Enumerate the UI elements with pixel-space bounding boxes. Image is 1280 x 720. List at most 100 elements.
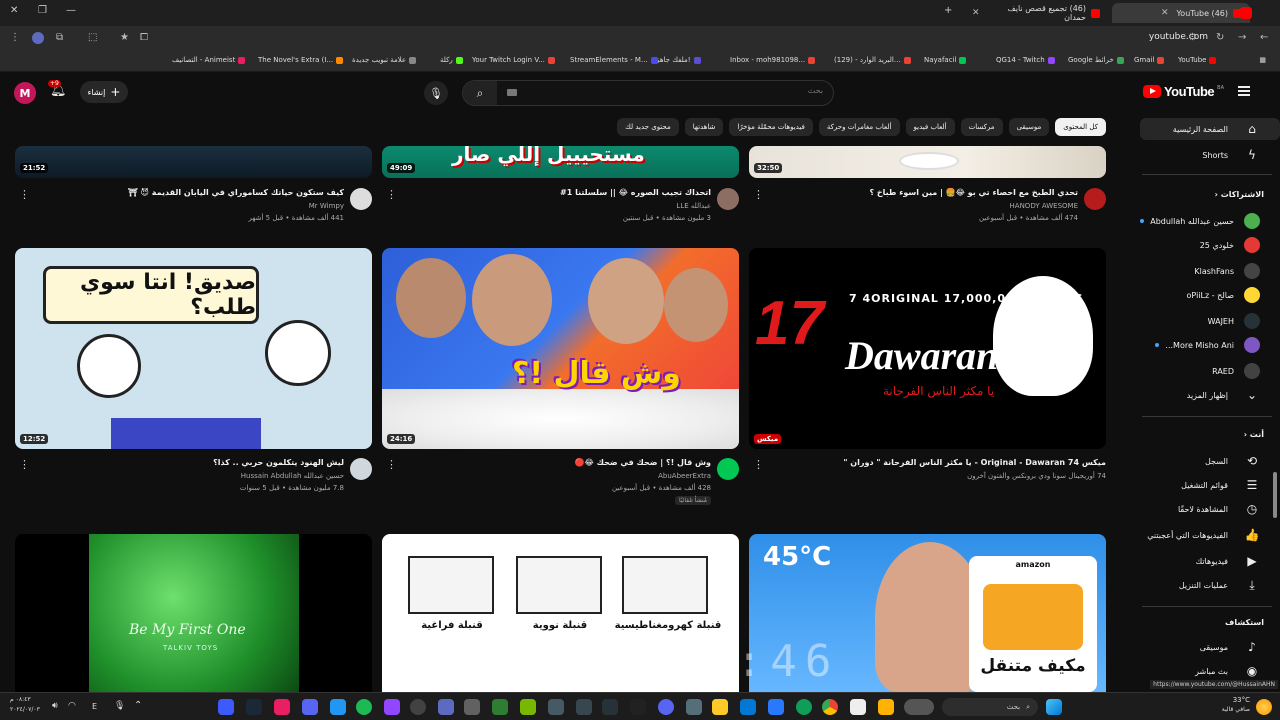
weather-sun-icon[interactable] [1256,699,1272,715]
chip-mixes[interactable]: مركسات [960,118,1003,136]
bookmark-inbox[interactable]: Inbox - moh981098... [730,56,816,64]
you-heading[interactable]: أنت ‹ [1244,430,1264,439]
youtube-logo[interactable]: YouTube BA [1142,84,1224,99]
sidebar-item-history[interactable]: ⟲ السجل [1140,450,1280,472]
bookmark-nayafacil[interactable]: Nayafacil [924,56,967,64]
sidebar-item-live[interactable]: ◉ بث مباشر [1140,660,1280,682]
more-options-icon[interactable]: ⋮ [386,458,397,471]
bookmark-youtube[interactable]: YouTube [1178,56,1217,64]
wifi-icon[interactable]: ◠ [68,701,76,711]
channel-name[interactable]: AbuAbeerExtra [658,472,711,480]
video-title[interactable]: تحدي الطبخ مع احصاء تي بو 😂🍔 | مين اسوء … [869,188,1078,197]
video-title[interactable]: ميكس Original - Dawaran 74 - يا مكثر الن… [843,458,1106,467]
app-icon[interactable] [712,699,728,715]
teams-icon[interactable] [438,699,454,715]
more-options-icon[interactable]: ⋮ [753,188,764,201]
video-thumbnail[interactable]: Be My First One TALKIV TOYS [15,534,372,692]
chip-recently-uploaded[interactable]: فيديوهات محمّلة مؤخرًا [729,118,813,136]
channel-name[interactable]: حسين عبدالله Hussain Abdullah [241,472,344,480]
app-icon[interactable] [218,699,234,715]
app-icon[interactable] [548,699,564,715]
more-options-icon[interactable]: ⋮ [753,458,764,471]
spotify-icon[interactable] [356,699,372,715]
weather-temp[interactable]: 33°C [1233,696,1250,704]
video-thumbnail[interactable]: صديق! انتا سوي طلب؟ 12:52 [15,248,372,449]
chip-music[interactable]: موسيقى [1008,118,1050,136]
tab-youtube[interactable]: (46) YouTube ✕ [1112,3,1250,23]
sidebar-item-playlists[interactable]: ☰ قوائم التشغيل [1140,474,1280,496]
forward-icon[interactable]: → [1238,32,1246,43]
bookmark-twitch[interactable]: QG14 - Twitch [996,56,1055,64]
channel-avatar[interactable] [717,188,739,210]
bookmark-inbox-ar[interactable]: البريد الوارد - (129)... [834,56,911,64]
channel-avatar[interactable] [1084,188,1106,210]
bookmark-file-ready[interactable]: ملفك جاهز! [656,56,701,64]
sidebar-show-more[interactable]: ⌄ إظهار المزيد [1140,384,1280,406]
app-icon[interactable] [464,699,480,715]
account-avatar[interactable]: M [14,82,36,104]
language-indicator[interactable]: E [92,702,97,711]
video-thumbnail[interactable]: 32:50 [749,146,1106,178]
app-icon[interactable] [768,699,784,715]
extensions-icon[interactable]: ⧉ [56,32,63,43]
steam-icon[interactable] [246,699,262,715]
close-tab-icon[interactable]: ✕ [972,8,980,18]
taskbar-time[interactable]: ٠٨:٤٣ م [10,696,31,703]
chrome-icon[interactable] [822,699,838,715]
menu-dots-icon[interactable]: ⋮ [10,32,20,43]
channel-name[interactable]: عبدالله LLE [676,202,711,210]
app-icon[interactable] [492,699,508,715]
screenshot-icon[interactable]: ⬚ [88,32,97,43]
bookmark-twitch-login[interactable]: Your Twitch Login V... [472,56,555,64]
close-tab-icon[interactable]: ✕ [1161,8,1169,18]
search-button[interactable]: ⌕ [463,81,497,105]
app-icon[interactable] [904,699,934,715]
video-title[interactable]: وش قال !؟ | ضحك في ضحك 😂🔴 [575,458,711,467]
url-text[interactable]: youtube.com [1149,32,1208,42]
app-icon[interactable] [850,699,866,715]
restore-window-icon[interactable]: ❐ [38,5,47,16]
obs-icon[interactable] [410,699,426,715]
app-icon[interactable] [576,699,592,715]
sidebar-sub-kholody[interactable]: خلودي 25 [1140,234,1280,256]
sidebar-item-home[interactable]: ⌂ الصفحة الرئيسية [1140,118,1280,140]
taskbar-date[interactable]: ٢٠٢٤/٠٧/٠٣ [10,706,40,713]
chip-action-adventure[interactable]: ألعاب مغامرات وحركة [818,118,900,136]
chip-video-games[interactable]: ألعاب فيديو [905,118,955,136]
more-options-icon[interactable]: ⋮ [19,188,30,201]
taskbar-search[interactable]: ⌕ بحث [942,698,1038,716]
outlook-icon[interactable] [740,699,756,715]
back-icon[interactable]: ← [1260,32,1268,43]
reload-icon[interactable]: ↻ [1216,32,1224,43]
sidebar-item-watch-later[interactable]: ◷ المشاهدة لاحقًا [1140,498,1280,520]
close-window-icon[interactable]: ✕ [10,5,18,16]
video-thumbnail[interactable]: مستحيييل إللي صار 49:09 [382,146,739,178]
chevron-up-icon[interactable]: ⌃ [134,700,142,711]
channel-avatar[interactable] [350,458,372,480]
video-title[interactable]: اتحداك تجيب الصوره 😂 || سلسلتنا 1# [560,188,711,197]
menu-hamburger-icon[interactable] [1238,86,1250,96]
chip-new-to-you[interactable]: محتوى جديد لك [617,118,679,136]
microphone-icon[interactable]: 🎙︎ [114,701,125,711]
video-title[interactable]: كيف ستكون حياتك كساموراي في اليابان القد… [128,188,344,197]
channel-name[interactable]: Mr Wimpy [309,202,344,210]
tiktok-icon[interactable] [274,699,290,715]
bookmarks-folder-icon[interactable]: ▦ [1259,56,1266,64]
new-tab-icon[interactable]: + [944,5,952,16]
profile-icon[interactable] [32,32,44,44]
discord-icon[interactable] [658,699,674,715]
twitch-icon[interactable] [384,699,400,715]
channel-avatar[interactable] [350,188,372,210]
sidebar-sub-klashfans[interactable]: KlashFans [1140,260,1280,282]
windows-start-icon[interactable] [1046,699,1062,715]
tab-search-icon[interactable] [1240,7,1252,19]
tab-stories[interactable]: (46) تجميع قصص نايف حمدان ✕ [964,3,1108,23]
share-icon[interactable]: ⧠ [140,32,148,43]
voice-search-icon[interactable]: 🎙︎ [424,81,448,105]
app-icon[interactable] [630,699,646,715]
sidebar-sub-wajeh[interactable]: WAJEH [1140,310,1280,332]
sidebar-item-liked[interactable]: 👍 الفيديوهات التي أعجبتني [1140,524,1280,546]
channel-name[interactable]: HANODY AWESOME [1010,202,1078,210]
bookmark-animeist[interactable]: التصانيف - Animeist [172,56,246,64]
bookmark-streamelements[interactable]: StreamElements - M... [570,56,658,64]
